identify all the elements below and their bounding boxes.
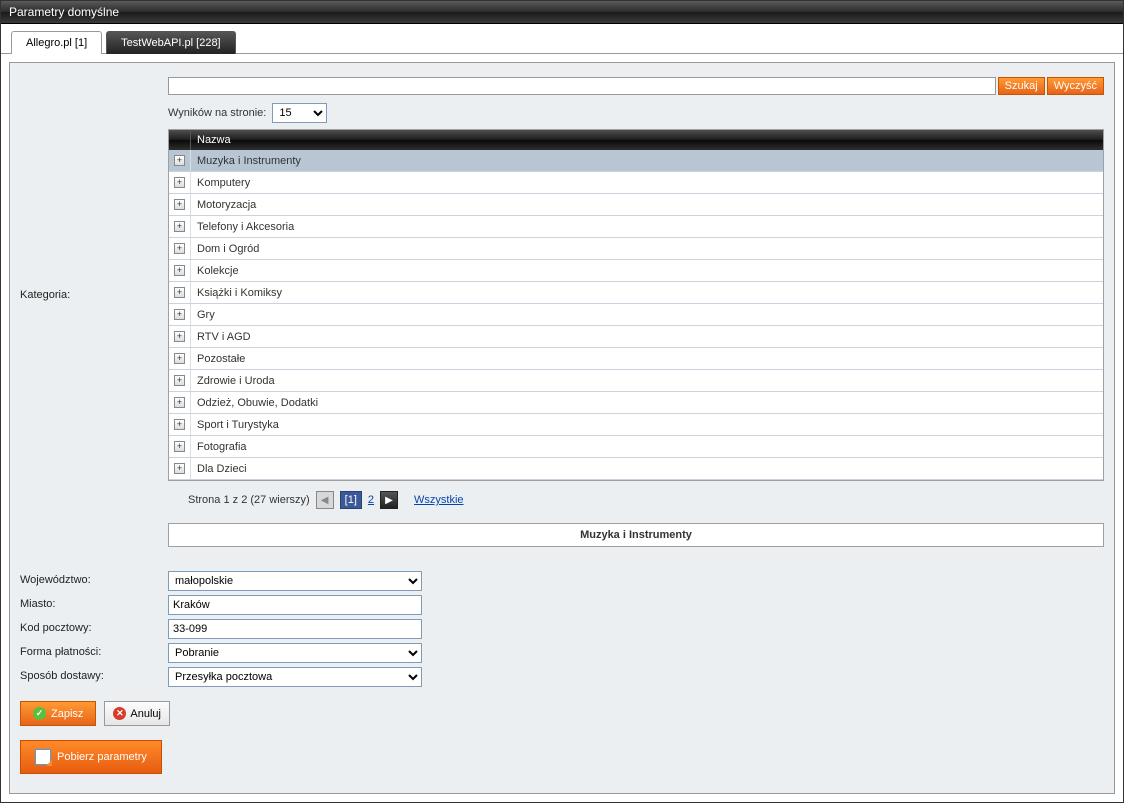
expand-icon[interactable]: + [174, 287, 185, 298]
delivery-label: Sposób dostawy: [20, 667, 168, 682]
grid-header: Nazwa [169, 130, 1103, 150]
expand-icon[interactable]: + [174, 419, 185, 430]
results-per-page-row: Wyników na stronie: 15 [168, 103, 1104, 123]
selected-category: Muzyka i Instrumenty [168, 523, 1104, 547]
search-input[interactable] [168, 77, 996, 95]
window-title: Parametry domyślne [1, 1, 1123, 24]
tab-allegro[interactable]: Allegro.pl [1] [11, 31, 102, 54]
category-name: Odzież, Obuwie, Dodatki [191, 397, 318, 409]
tab-strip: Allegro.pl [1] TestWebAPI.pl [228] [1, 24, 1123, 54]
category-name: Kolekcje [191, 265, 239, 277]
province-select[interactable]: małopolskie [168, 571, 422, 591]
save-button-label: Zapisz [51, 708, 83, 720]
cancel-button[interactable]: ✕ Anuluj [104, 701, 170, 726]
expand-icon[interactable]: + [174, 309, 185, 320]
postcode-input[interactable] [168, 619, 422, 639]
category-name: Zdrowie i Uroda [191, 375, 275, 387]
document-icon [35, 749, 51, 765]
expand-icon[interactable]: + [174, 463, 185, 474]
expand-icon[interactable]: + [174, 199, 185, 210]
delivery-select[interactable]: Przesyłka pocztowa [168, 667, 422, 687]
download-row: Pobierz parametry [20, 740, 1104, 774]
payment-label: Forma płatności: [20, 643, 168, 658]
category-row-item[interactable]: + Sport i Turystyka [169, 414, 1103, 436]
cancel-button-label: Anuluj [130, 708, 161, 720]
expand-icon[interactable]: + [174, 221, 185, 232]
category-name: Fotografia [191, 441, 247, 453]
category-row-item[interactable]: + Dla Dzieci [169, 458, 1103, 480]
category-name: Sport i Turystyka [191, 419, 279, 431]
expand-icon[interactable]: + [174, 177, 185, 188]
expand-icon[interactable]: + [174, 397, 185, 408]
category-row-item[interactable]: + Odzież, Obuwie, Dodatki [169, 392, 1103, 414]
pager-prev-button[interactable]: ◀ [316, 491, 334, 509]
search-row: Szukaj Wyczyść [168, 77, 1104, 95]
pager-summary: Strona 1 z 2 (27 wierszy) [188, 494, 310, 506]
category-row-item[interactable]: + Zdrowie i Uroda [169, 370, 1103, 392]
grid-header-name: Nazwa [191, 134, 231, 146]
category-name: Motoryzacja [191, 199, 256, 211]
pager-next-button[interactable]: ▶ [380, 491, 398, 509]
pager-page-1[interactable]: [1] [340, 491, 362, 509]
category-row-item[interactable]: + Kolekcje [169, 260, 1103, 282]
expand-icon[interactable]: + [174, 353, 185, 364]
category-row-item[interactable]: + Dom i Ogród [169, 238, 1103, 260]
payment-select[interactable]: Pobranie [168, 643, 422, 663]
category-name: Dom i Ogród [191, 243, 259, 255]
results-per-page-label: Wyników na stronie: [168, 107, 266, 119]
category-name: RTV i AGD [191, 331, 251, 343]
category-row-item[interactable]: + Motoryzacja [169, 194, 1103, 216]
postcode-label: Kod pocztowy: [20, 619, 168, 634]
category-label: Kategoria: [20, 129, 168, 301]
pager-all-link[interactable]: Wszystkie [414, 494, 464, 506]
download-button-label: Pobierz parametry [57, 751, 147, 763]
category-name: Muzyka i Instrumenty [191, 155, 301, 167]
province-label: Województwo: [20, 571, 168, 586]
category-name: Telefony i Akcesoria [191, 221, 294, 233]
address-form: Województwo: małopolskie Miasto: Kod poc… [20, 571, 1104, 687]
category-grid: Nazwa + Muzyka i Instrumenty + Komputery + Mo… [168, 129, 1104, 481]
category-row-item[interactable]: + Książki i Komiksy [169, 282, 1103, 304]
category-row-item[interactable]: + Pozostałe [169, 348, 1103, 370]
main-panel: Szukaj Wyczyść Wyników na stronie: 15 Ka… [9, 62, 1115, 794]
tab-testwebapi[interactable]: TestWebAPI.pl [228] [106, 31, 235, 54]
cancel-icon: ✕ [113, 707, 126, 720]
pager: Strona 1 z 2 (27 wierszy) ◀ [1] 2 ▶ Wszy… [168, 481, 1104, 515]
category-name: Gry [191, 309, 215, 321]
category-name: Dla Dzieci [191, 463, 247, 475]
city-label: Miasto: [20, 595, 168, 610]
pager-page-2[interactable]: 2 [368, 494, 374, 506]
category-row: Kategoria: Nazwa + Muzyka i Instrumenty + K… [20, 129, 1104, 565]
search-button[interactable]: Szukaj [998, 77, 1045, 95]
category-row-item[interactable]: + Komputery [169, 172, 1103, 194]
category-row-item[interactable]: + RTV i AGD [169, 326, 1103, 348]
expand-icon[interactable]: + [174, 375, 185, 386]
category-name: Książki i Komiksy [191, 287, 282, 299]
expand-icon[interactable]: + [174, 155, 185, 166]
save-button[interactable]: ✓ Zapisz [20, 701, 96, 726]
category-row-item[interactable]: + Gry [169, 304, 1103, 326]
check-icon: ✓ [33, 707, 46, 720]
category-row-item[interactable]: + Muzyka i Instrumenty [169, 150, 1103, 172]
category-row-item[interactable]: + Fotografia [169, 436, 1103, 458]
results-per-page-select[interactable]: 15 [272, 103, 327, 123]
expand-icon[interactable]: + [174, 441, 185, 452]
window: Parametry domyślne Allegro.pl [1] TestWe… [0, 0, 1124, 803]
expand-icon[interactable]: + [174, 331, 185, 342]
expand-icon[interactable]: + [174, 243, 185, 254]
category-row-item[interactable]: + Telefony i Akcesoria [169, 216, 1103, 238]
category-name: Pozostałe [191, 353, 245, 365]
city-input[interactable] [168, 595, 422, 615]
clear-button[interactable]: Wyczyść [1047, 77, 1104, 95]
download-parameters-button[interactable]: Pobierz parametry [20, 740, 162, 774]
action-row: ✓ Zapisz ✕ Anuluj [20, 701, 1104, 726]
expand-icon[interactable]: + [174, 265, 185, 276]
category-name: Komputery [191, 177, 250, 189]
